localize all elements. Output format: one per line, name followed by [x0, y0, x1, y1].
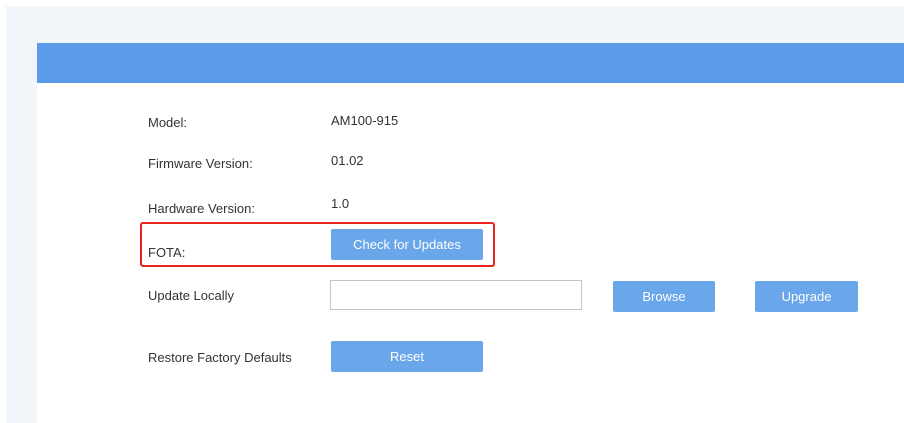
firmware-version-value: 01.02 — [331, 153, 364, 168]
reset-button[interactable]: Reset — [331, 341, 483, 372]
hardware-version-value: 1.0 — [331, 196, 350, 211]
model-label: Model: — [148, 115, 188, 130]
check-for-updates-button[interactable]: Check for Updates — [331, 229, 483, 260]
firmware-version-label: Firmware Version: — [148, 156, 253, 171]
panel-header-bar — [37, 43, 904, 83]
fota-label: FOTA: — [148, 245, 186, 260]
firmware-file-input[interactable] — [330, 280, 582, 310]
upgrade-button[interactable]: Upgrade — [755, 281, 858, 312]
update-locally-label: Update Locally — [148, 288, 234, 303]
browse-button[interactable]: Browse — [613, 281, 715, 312]
restore-factory-defaults-label: Restore Factory Defaults — [148, 350, 292, 365]
hardware-version-label: Hardware Version: — [148, 201, 255, 216]
model-value: AM100-915 — [331, 113, 399, 128]
